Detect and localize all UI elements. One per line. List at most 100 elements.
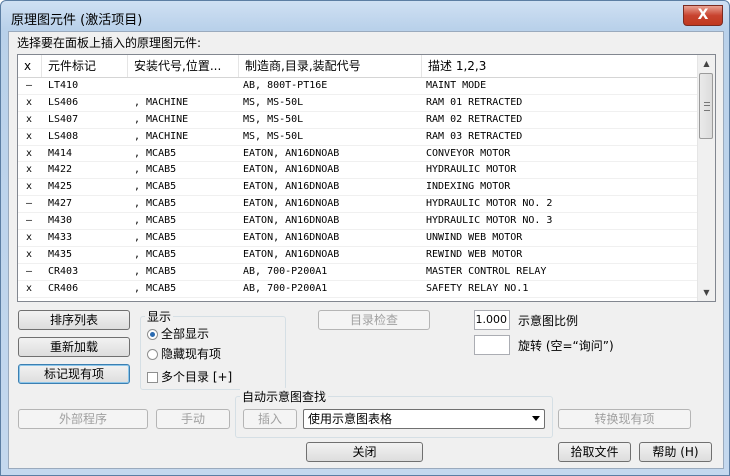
insert-button[interactable]: 插入 (243, 409, 297, 429)
table-cell: M433 (48, 232, 73, 244)
table-row[interactable]: – M430 , MCAB5 EATON, AN16DNOAB HYDRAULIC MO… (18, 213, 698, 231)
mark-existing-button[interactable]: 标记现有项 (18, 364, 130, 384)
table-cell: x (26, 147, 33, 159)
table-cell: EATON, AN16DNOAB (243, 198, 340, 210)
table-cell: SAFETY RELAY NO.2 (426, 298, 528, 301)
manual-button[interactable]: 手动 (156, 409, 230, 429)
table-row[interactable]: x M433 , MCAB5 EATON, AN16DNOAB UNWIND WEB M… (18, 230, 698, 247)
list-scrollbar[interactable]: ▲ ▼ (697, 55, 715, 301)
pick-file-button[interactable]: 拾取文件 (558, 442, 631, 462)
reload-button[interactable]: 重新加载 (18, 337, 130, 357)
table-cell: MAINT MODE (426, 80, 487, 91)
table-cell: MS, MS-50L (243, 130, 304, 142)
table-cell: , MCAB5 (134, 147, 177, 159)
table-cell: x (26, 298, 32, 301)
table-cell: MS, MS-50L (243, 113, 304, 125)
multi-catalog-label: 多个目录 [+] (161, 370, 233, 384)
table-row[interactable]: x M435 , MCAB5 EATON, AN16DNOAB REWIND WEB M… (18, 247, 698, 264)
table-cell: EATON, AN16DNOAB (243, 215, 340, 227)
table-cell: , MCAB5 (134, 215, 177, 227)
table-cell: M435 (48, 248, 73, 260)
radio-icon[interactable] (147, 349, 158, 360)
prompt-text: 选择要在面板上插入的原理图元件: (17, 36, 202, 50)
table-cell: CR407 (48, 298, 78, 301)
help-button[interactable]: 帮助 (H) (639, 442, 712, 462)
column-header-mark[interactable]: x (18, 55, 42, 77)
dialog-window: 原理图元件 (激活项目) X 选择要在面板上插入的原理图元件: x 元件标记 安… (0, 0, 730, 476)
rotate-label: 旋转 (空=“询问”) (518, 339, 614, 353)
table-cell: HYDRAULIC MOTOR NO. 2 (426, 198, 553, 210)
table-cell: – (26, 265, 33, 277)
column-header-description[interactable]: 描述 1,2,3 (422, 55, 698, 77)
table-cell: AB, 700-P200A1 (243, 265, 328, 277)
table-row[interactable]: – M427 , MCAB5 EATON, AN16DNOAB HYDRAULIC MO… (18, 196, 698, 214)
table-cell: , MCAB5 (134, 282, 177, 294)
table-cell: LT410 (48, 80, 79, 91)
hide-existing-option[interactable]: 隐藏现有项 (147, 346, 221, 362)
scale-input[interactable]: 1.000 (474, 310, 510, 330)
component-list[interactable]: x 元件标记 安装代号,位置... 制造商,目录,装配代号 描述 1,2,3 –… (17, 54, 716, 302)
auto-lookup-label: 自动示意图查找 (240, 388, 329, 405)
table-cell: – (26, 215, 33, 227)
table-row[interactable]: x LS407 , MACHINE MS, MS-50L RAM 02 RETRACTE… (18, 112, 698, 129)
table-cell: EATON, AN16DNOAB (243, 248, 340, 260)
column-header-manufacturer[interactable]: 制造商,目录,装配代号 (239, 55, 422, 77)
list-rows: – LT410 AB, 800T-PT16E MAINT MODE x LS406 , MA… (18, 78, 698, 301)
table-cell: , MCAB5 (134, 248, 177, 260)
table-row[interactable]: x M425 , MCAB5 EATON, AN16DNOAB INDEXING MOT… (18, 179, 698, 197)
close-button[interactable]: 关闭 (306, 442, 423, 462)
table-cell: x (26, 282, 33, 294)
chevron-down-icon[interactable] (532, 416, 540, 421)
table-cell: RAM 01 RETRACTED (426, 96, 523, 108)
table-cell: MS, MS-50L (243, 96, 304, 108)
close-window-button[interactable]: X (683, 5, 723, 26)
table-cell: M422 (48, 164, 73, 176)
table-cell: M430 (48, 215, 73, 227)
table-cell: INDEXING MOTOR (426, 181, 511, 193)
table-cell: M414 (48, 147, 73, 159)
table-row[interactable]: x LS406 , MACHINE MS, MS-50L RAM 01 RETRACTE… (18, 95, 698, 112)
table-cell: HYDRAULIC MOTOR NO. 3 (426, 215, 553, 227)
table-cell: – (26, 80, 33, 91)
table-cell: , MACHINE (134, 130, 189, 142)
multi-catalog-option[interactable]: 多个目录 [+] (147, 369, 232, 385)
table-cell: SAFETY RELAY NO.1 (426, 282, 529, 294)
table-row[interactable]: – LT410 AB, 800T-PT16E MAINT MODE (18, 78, 698, 95)
table-cell: x (26, 96, 33, 108)
table-cell: M427 (48, 198, 73, 210)
column-header-tag[interactable]: 元件标记 (42, 55, 128, 77)
table-cell: , MCAB5 (134, 232, 177, 244)
dialog-client: 选择要在面板上插入的原理图元件: x 元件标记 安装代号,位置... 制造商,目… (8, 31, 724, 469)
table-cell: EATON, AN16DNOAB (243, 181, 340, 193)
lookup-select[interactable]: 使用示意图表格 (303, 409, 545, 429)
show-all-option[interactable]: 全部显示 (147, 326, 209, 342)
table-cell: , MACHINE (134, 113, 189, 125)
table-row[interactable]: x CR407 , MCAB5 AB, 700-P200A1 SAFETY RELAY … (18, 298, 698, 301)
scroll-up-arrow-icon[interactable]: ▲ (698, 55, 715, 72)
table-cell: – (26, 198, 33, 210)
table-cell: M425 (48, 181, 73, 193)
table-cell: AB, 800T-PT16E (243, 80, 328, 91)
catalog-check-button[interactable]: 目录检查 (318, 310, 430, 330)
scroll-thumb[interactable] (699, 73, 713, 139)
table-row[interactable]: x CR406 , MCAB5 AB, 700-P200A1 SAFETY RELAY … (18, 281, 698, 298)
column-header-install[interactable]: 安装代号,位置... (128, 55, 239, 77)
sort-list-button[interactable]: 排序列表 (18, 310, 130, 330)
table-row[interactable]: – CR403 , MCAB5 AB, 700-P200A1 MASTER CONTRO… (18, 264, 698, 281)
table-row[interactable]: x LS408 , MACHINE MS, MS-50L RAM 03 RETRACTE… (18, 129, 698, 146)
list-header: x 元件标记 安装代号,位置... 制造商,目录,装配代号 描述 1,2,3 (18, 55, 698, 78)
table-cell: EATON, AN16DNOAB (243, 164, 340, 176)
table-row[interactable]: x M414 , MCAB5 EATON, AN16DNOAB CONVEYOR MOT… (18, 146, 698, 163)
scroll-down-arrow-icon[interactable]: ▼ (698, 284, 715, 301)
convert-existing-button[interactable]: 转换现有项 (558, 409, 691, 429)
table-cell: , MCAB5 (134, 198, 177, 210)
external-program-button[interactable]: 外部程序 (18, 409, 148, 429)
show-all-label: 全部显示 (161, 327, 210, 341)
table-cell: HYDRAULIC MOTOR (426, 164, 517, 176)
table-row[interactable]: x M422 , MCAB5 EATON, AN16DNOAB HYDRAULIC MO… (18, 162, 698, 180)
table-cell: AB, 700-P200A1 (243, 298, 327, 301)
rotate-input[interactable] (474, 335, 510, 355)
radio-selected-icon[interactable] (147, 329, 158, 340)
checkbox-icon[interactable] (147, 372, 158, 383)
table-cell: , MCAB5 (134, 298, 176, 301)
